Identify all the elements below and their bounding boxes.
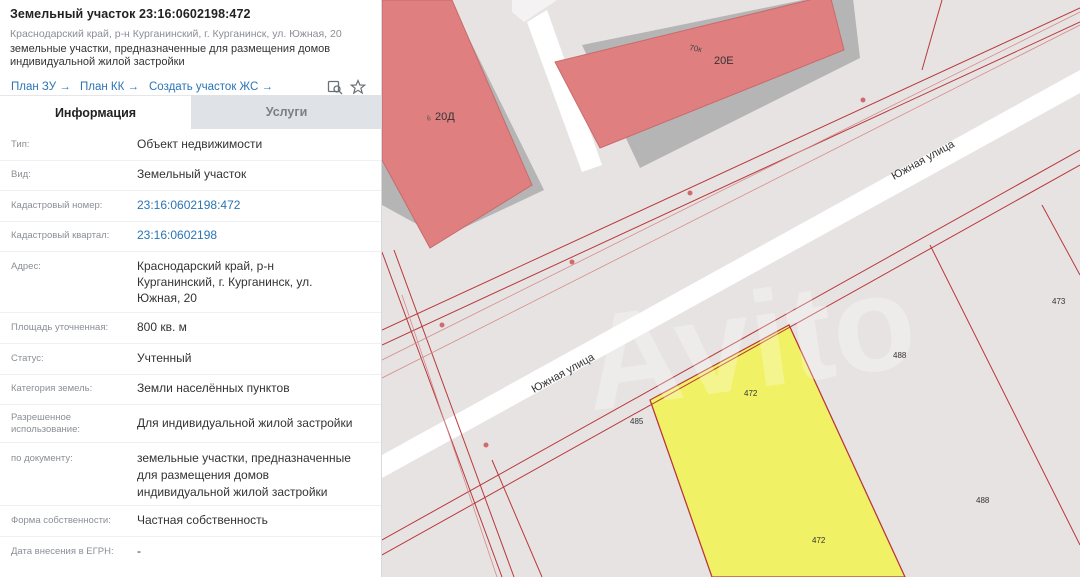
parcel-description-line: индивидуальной жилой застройки [10,56,185,68]
tab-services[interactable]: Услуги [191,95,381,129]
field-label: Категория земель: [11,383,93,394]
cadastral-quarter-link[interactable]: 23:16:0602198 [137,227,217,243]
parcel-label-485: 485 [630,417,644,426]
field-value: земельные участки, предназначенные [137,451,351,465]
field-value: Частная собственность [137,513,268,527]
field-label: Разрешенное [11,412,72,423]
field-value: 800 кв. м [137,320,187,334]
panel-header: Земельный участок 23:16:0602198:472 Крас… [0,0,381,69]
create-parcel-link[interactable]: Создать участок ЖС → [149,81,273,93]
field-label: Вид: [11,169,31,180]
field-label: по документу: [11,453,73,464]
star-icon[interactable] [349,78,367,95]
field-label: Статус: [11,353,44,364]
field-value: для размещения домов [137,468,270,482]
divider [0,404,381,405]
building-left-label: 20Д [435,111,455,123]
parcel-label-473: 473 [1052,297,1066,306]
parcel-label-488: 488 [893,351,907,360]
field-value: Земли населённых пунктов [137,381,290,395]
field-value: Краснодарский край, р-н [137,259,274,273]
divider [0,190,381,191]
divider [0,312,381,313]
field-label: Площадь уточненная: [11,322,109,333]
field-value: - [137,544,141,558]
divider [0,221,381,222]
field-label: Кадастровый номер: [11,200,103,211]
field-value: Курганинский, г. Курганинск, ул. [137,275,313,289]
map-canvas[interactable]: Avito ê 20Д 70к 20E Южная улица Южная ул… [382,0,1080,577]
parcel-title: Земельный участок 23:16:0602198:472 [10,7,251,21]
plan-zu-link[interactable]: План ЗУ → [11,81,71,93]
parcel-address: Краснодарский край, р-н Курганинский, г.… [10,28,342,40]
divider [0,505,381,506]
cadastral-number-link[interactable]: 23:16:0602198:472 [137,197,240,213]
divider [0,343,381,344]
divider [0,536,381,537]
parcel-label-472: 472 [744,389,758,398]
field-value: индивидуальной жилой застройки [137,485,328,499]
field-label: Дата внесения в ЕГРН: [11,546,114,557]
field-value: Земельный участок [137,167,247,181]
cadastral-map[interactable]: Avito ê 20Д 70к 20E Южная улица Южная ул… [382,0,1080,577]
field-label: использование: [11,424,81,435]
building-right-label: 20E [714,55,734,67]
plan-kk-link[interactable]: План КК → [80,81,139,93]
field-value: Для индивидуальной жилой застройки [137,416,353,430]
field-label: Форма собственности: [11,515,111,526]
parcel-label-488: 488 [976,496,990,505]
parcel-description-line: земельные участки, предназначенные для р… [10,43,331,55]
panel-tabs: Информация Услуги [0,95,381,129]
parcel-description: земельные участки, предназначенные для р… [10,43,371,69]
divider [0,251,381,252]
divider [0,160,381,161]
field-value: Учтенный [137,351,192,365]
field-value: Южная, 20 [137,291,197,305]
parcel-label-472: 472 [812,536,826,545]
field-label: Тип: [11,139,30,150]
field-value: Объект недвижимости [137,137,263,151]
search-on-map-icon[interactable] [327,79,343,95]
tab-info[interactable]: Информация [0,95,191,129]
field-label: Кадастровый квартал: [11,230,110,241]
field-label: Адрес: [11,261,41,272]
divider [0,374,381,375]
info-panel: Земельный участок 23:16:0602198:472 Крас… [0,0,382,577]
divider [0,442,381,443]
